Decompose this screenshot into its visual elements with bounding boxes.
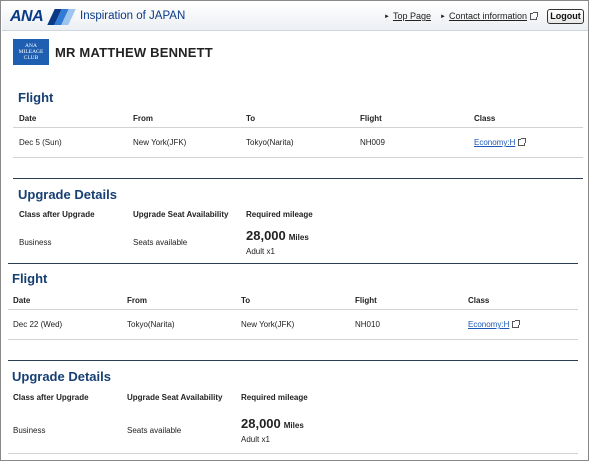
mileage-value: 28,000 xyxy=(241,416,281,431)
section-separator xyxy=(8,263,578,264)
col-header-from: From xyxy=(127,296,147,305)
divider xyxy=(13,157,583,158)
col-header-class: Class xyxy=(468,296,490,305)
flight-to: Tokyo(Narita) xyxy=(246,138,294,147)
class-link-label: Economy:H xyxy=(474,138,516,147)
col-header-to: To xyxy=(246,114,256,123)
flight-date: Dec 5 (Sun) xyxy=(19,138,62,147)
class-link[interactable]: Economy:H xyxy=(474,138,527,147)
required-mileage: 28,000 Miles xyxy=(246,228,309,243)
flight-to: New York(JFK) xyxy=(241,320,295,329)
flight-date: Dec 22 (Wed) xyxy=(13,320,63,329)
page-frame: ANA Inspiration of JAPAN ► Top Page ► Cont… xyxy=(0,0,589,461)
flight-number: NH010 xyxy=(355,320,380,329)
logout-button[interactable]: Logout xyxy=(547,9,584,24)
section-separator xyxy=(13,178,583,179)
mileage-unit: Miles xyxy=(288,233,309,242)
arrow-right-icon: ► xyxy=(440,14,446,20)
col-header-required-mileage: Required mileage xyxy=(246,210,313,219)
mileage-unit: Miles xyxy=(283,421,304,430)
seat-availability: Seats available xyxy=(133,238,188,247)
seat-availability: Seats available xyxy=(127,426,182,435)
required-mileage: 28,000 Miles xyxy=(241,416,304,431)
flight-section-title: Flight xyxy=(12,271,48,286)
logo-text: ANA xyxy=(10,7,44,25)
flight-number: NH009 xyxy=(360,138,385,147)
divider xyxy=(13,127,583,128)
top-page-link[interactable]: ► Top Page xyxy=(384,11,431,21)
mileage-value: 28,000 xyxy=(246,228,286,243)
col-header-flight: Flight xyxy=(360,114,382,123)
col-header-seat-availability: Upgrade Seat Availability xyxy=(133,210,229,219)
contact-information-link[interactable]: ► Contact information xyxy=(440,11,538,21)
passenger-count: Adult x1 xyxy=(246,247,275,256)
col-header-seat-availability: Upgrade Seat Availability xyxy=(127,393,223,402)
external-link-icon xyxy=(530,12,538,20)
class-link-label: Economy:H xyxy=(468,320,510,329)
col-header-class-after-upgrade: Class after Upgrade xyxy=(19,210,95,219)
top-page-label: Top Page xyxy=(392,11,431,21)
tagline: Inspiration of JAPAN xyxy=(80,10,186,22)
class-after-upgrade: Business xyxy=(19,238,52,247)
top-header: ANA Inspiration of JAPAN ► Top Page ► Cont… xyxy=(2,2,588,31)
section-separator xyxy=(8,360,578,361)
flight-from: Tokyo(Narita) xyxy=(127,320,175,329)
external-link-icon xyxy=(518,138,527,146)
class-link[interactable]: Economy:H xyxy=(468,320,521,329)
divider xyxy=(8,309,578,310)
col-header-from: From xyxy=(133,114,153,123)
external-link-icon xyxy=(512,320,521,328)
upgrade-section-title: Upgrade Details xyxy=(12,369,111,384)
logo-stripes-icon xyxy=(45,8,76,25)
mileage-club-logo: ANA MILEAGE CLUB xyxy=(13,39,49,65)
col-header-class-after-upgrade: Class after Upgrade xyxy=(13,393,89,402)
member-info: ANA MILEAGE CLUB MR MATTHEW BENNETT xyxy=(13,39,213,65)
col-header-required-mileage: Required mileage xyxy=(241,393,308,402)
col-header-date: Date xyxy=(19,114,37,123)
divider xyxy=(8,453,578,454)
divider xyxy=(8,339,578,340)
ana-logo[interactable]: ANA xyxy=(10,7,76,26)
upgrade-section-title: Upgrade Details xyxy=(18,187,117,202)
contact-label: Contact information xyxy=(448,11,527,21)
col-header-date: Date xyxy=(13,296,31,305)
flight-section-title: Flight xyxy=(18,90,54,105)
flight-from: New York(JFK) xyxy=(133,138,187,147)
col-header-flight: Flight xyxy=(355,296,377,305)
col-header-class: Class xyxy=(474,114,496,123)
member-name: MR MATTHEW BENNETT xyxy=(55,44,213,60)
passenger-count: Adult x1 xyxy=(241,435,270,444)
class-after-upgrade: Business xyxy=(13,426,46,435)
col-header-to: To xyxy=(241,296,251,305)
arrow-right-icon: ► xyxy=(384,14,390,20)
